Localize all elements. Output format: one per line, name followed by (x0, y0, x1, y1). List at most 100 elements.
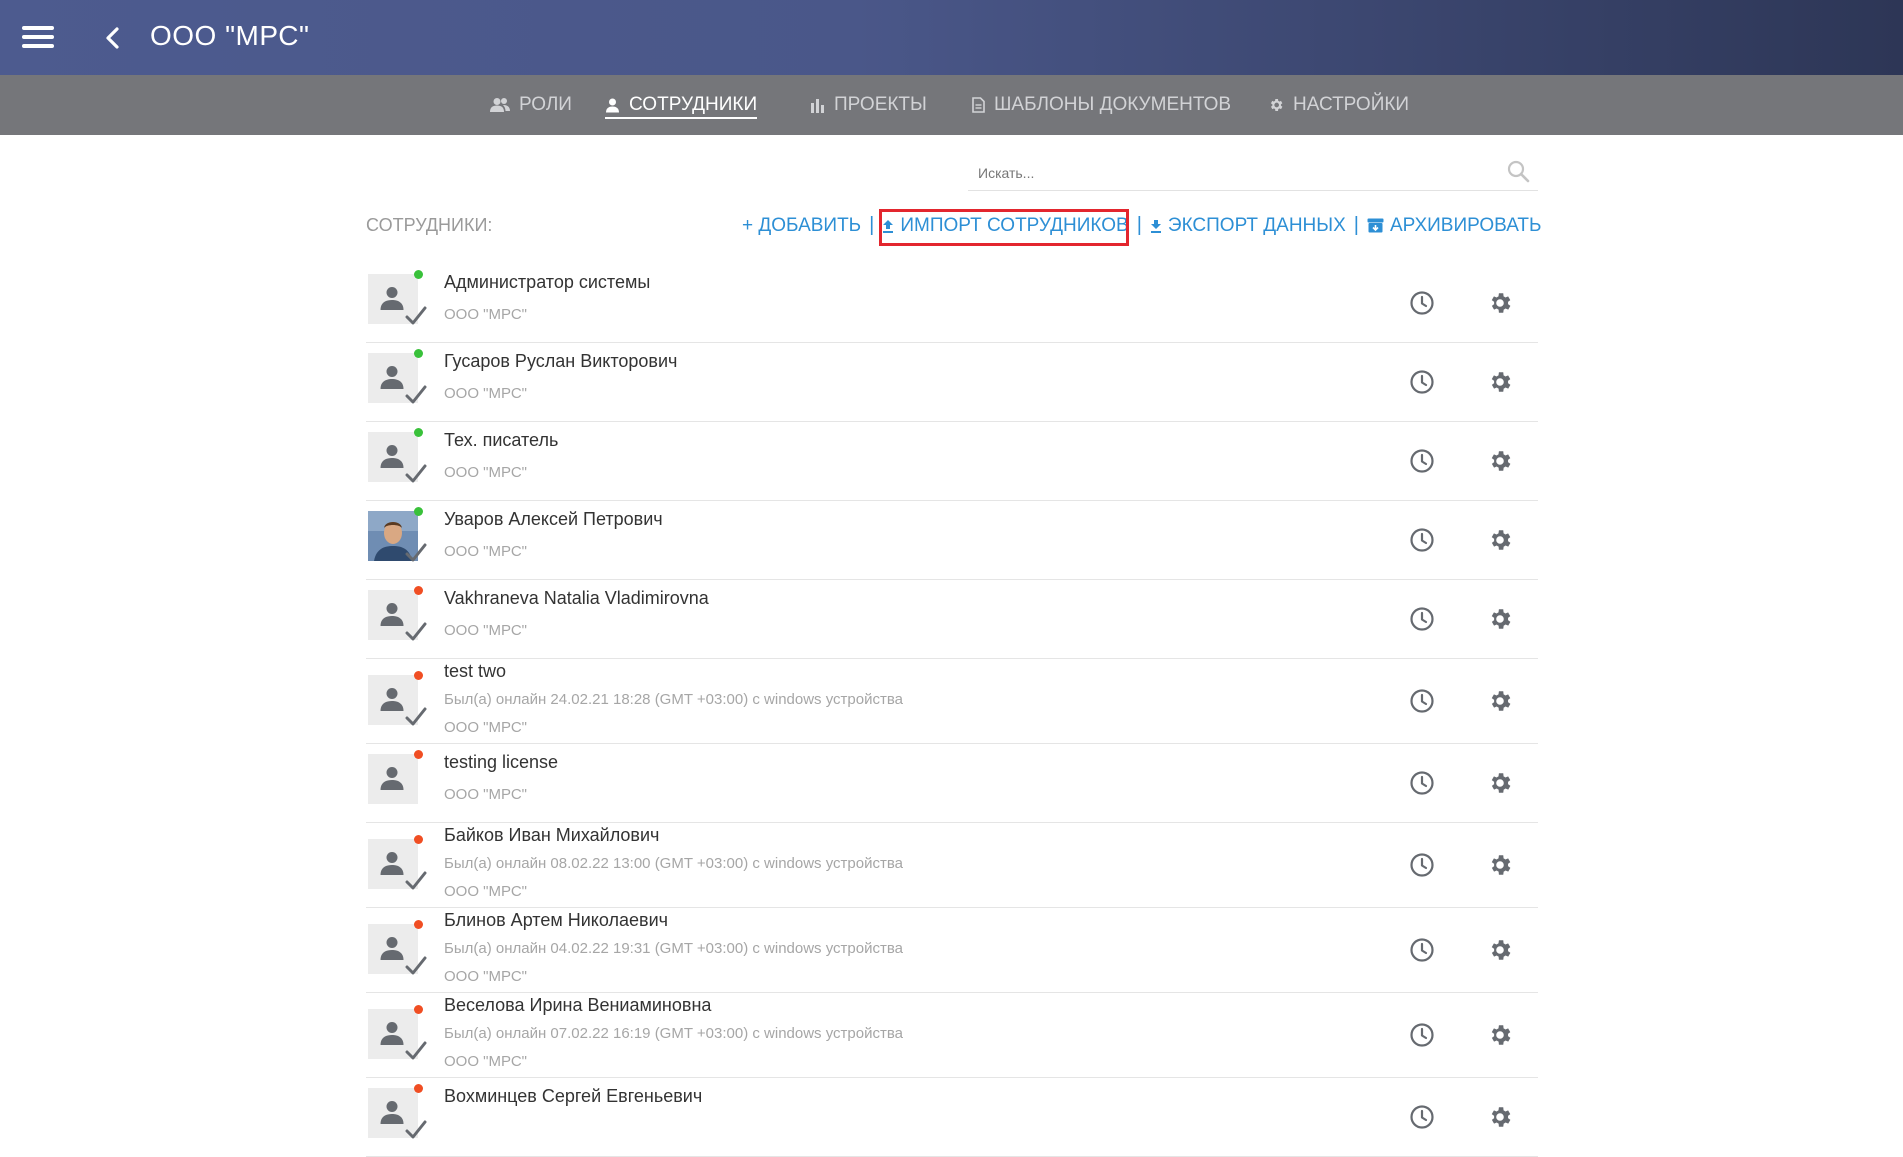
employee-row[interactable]: Vakhraneva Natalia Vladimirovna ООО "МРС" (366, 580, 1538, 659)
settings-gear-icon[interactable] (1487, 852, 1513, 883)
employee-name[interactable]: testing license (444, 752, 558, 773)
document-icon (972, 97, 985, 113)
action-divider: | (869, 214, 875, 236)
page-title: ООО "МРС" (150, 20, 310, 51)
employee-organization: ООО "МРС" (444, 385, 527, 402)
tab-roles[interactable]: РОЛИ (490, 75, 572, 135)
action-divider: | (1136, 214, 1142, 236)
settings-gear-icon[interactable] (1487, 448, 1513, 479)
back-arrow-icon[interactable] (100, 24, 126, 52)
settings-gear-icon[interactable] (1487, 1104, 1513, 1135)
last-seen-text: Был(а) онлайн 08.02.22 13:00 (GMT +03:00… (444, 855, 904, 872)
settings-gear-icon[interactable] (1487, 527, 1513, 558)
verified-check-icon (405, 956, 427, 981)
employee-row[interactable]: test two Был(а) онлайн 24.02.21 18:28 (GM… (366, 659, 1538, 744)
last-seen-text: Был(а) онлайн 24.02.21 18:28 (GMT +03:00… (444, 691, 904, 708)
hamburger-menu-icon[interactable] (22, 26, 54, 48)
archive-icon (1367, 218, 1384, 233)
verified-check-icon (405, 306, 427, 331)
settings-gear-icon[interactable] (1487, 770, 1513, 801)
tab-projects[interactable]: ПРОЕКТЫ (810, 75, 927, 135)
employee-name[interactable]: Веселова Ирина Вениаминовна (444, 995, 711, 1016)
employee-row[interactable]: Блинов Артем Николаевич Был(а) онлайн 04.… (366, 908, 1538, 993)
import-highlight-box (879, 209, 1129, 246)
verified-check-icon (405, 1120, 427, 1145)
employee-list: Администратор системы ООО "МРС" Гусаров Ру… (366, 264, 1538, 1157)
employee-name[interactable]: Гусаров Руслан Викторович (444, 351, 677, 372)
settings-gear-icon[interactable] (1487, 1022, 1513, 1053)
employee-name[interactable]: test two (444, 661, 506, 682)
settings-gear-icon[interactable] (1487, 290, 1513, 321)
history-clock-icon[interactable] (1409, 606, 1435, 637)
employee-row[interactable]: Вохминцев Сергей Евгеньевич (366, 1078, 1538, 1157)
status-offline-indicator (414, 586, 423, 595)
employee-row[interactable]: Уваров Алексей Петрович ООО "МРС" (366, 501, 1538, 580)
verified-check-icon (405, 1041, 427, 1066)
status-offline-indicator (414, 835, 423, 844)
tab-projects-label: ПРОЕКТЫ (834, 94, 927, 115)
download-icon (1150, 219, 1162, 233)
verified-check-icon (405, 464, 427, 489)
history-clock-icon[interactable] (1409, 688, 1435, 719)
tab-roles-label: РОЛИ (519, 94, 572, 115)
history-clock-icon[interactable] (1409, 937, 1435, 968)
history-clock-icon[interactable] (1409, 770, 1435, 801)
status-offline-indicator (414, 1005, 423, 1014)
employee-name[interactable]: Vakhraneva Natalia Vladimirovna (444, 588, 709, 609)
add-employee-button[interactable]: + ДОБАВИТЬ (742, 215, 861, 237)
settings-gear-icon[interactable] (1487, 688, 1513, 719)
tab-document-templates-label: ШАБЛОНЫ ДОКУМЕНТОВ (994, 94, 1232, 115)
employee-name[interactable]: Уваров Алексей Петрович (444, 509, 663, 530)
archive-label: АРХИВИРОВАТЬ (1389, 214, 1542, 236)
employee-row[interactable]: Администратор системы ООО "МРС" (366, 264, 1538, 343)
history-clock-icon[interactable] (1409, 1022, 1435, 1053)
actions-bar: + ДОБАВИТЬ | ИМПОРТ СОТРУДНИКОВ | ЭКСПОР… (742, 214, 1541, 237)
employee-organization: ООО "МРС" (444, 464, 527, 481)
employee-row[interactable]: testing license ООО "МРС" (366, 744, 1538, 823)
search-input[interactable] (976, 161, 1480, 185)
employee-organization: ООО "МРС" (444, 968, 527, 985)
history-clock-icon[interactable] (1409, 1104, 1435, 1135)
employee-row[interactable]: Веселова Ирина Вениаминовна Был(а) онлайн… (366, 993, 1538, 1078)
employee-name[interactable]: Тех. писатель (444, 430, 558, 451)
employee-organization: ООО "МРС" (444, 719, 527, 736)
settings-gear-icon[interactable] (1487, 937, 1513, 968)
status-offline-indicator (414, 750, 423, 759)
avatar[interactable] (368, 754, 418, 804)
verified-check-icon (405, 385, 427, 410)
tab-document-templates[interactable]: ШАБЛОНЫ ДОКУМЕНТОВ (972, 75, 1231, 135)
employee-name[interactable]: Администратор системы (444, 272, 650, 293)
history-clock-icon[interactable] (1409, 527, 1435, 558)
search-icon[interactable] (1506, 159, 1530, 188)
history-clock-icon[interactable] (1409, 369, 1435, 400)
tab-settings-label: НАСТРОЙКИ (1293, 94, 1410, 115)
status-offline-indicator (414, 920, 423, 929)
section-title: СОТРУДНИКИ: (366, 215, 493, 235)
employee-name[interactable]: Вохминцев Сергей Евгеньевич (444, 1086, 702, 1107)
export-data-label: ЭКСПОРТ ДАННЫХ (1167, 214, 1346, 236)
settings-gear-icon[interactable] (1487, 369, 1513, 400)
projects-icon (810, 98, 825, 113)
employee-name[interactable]: Блинов Артем Николаевич (444, 910, 668, 931)
tab-settings[interactable]: НАСТРОЙКИ (1268, 75, 1409, 135)
history-clock-icon[interactable] (1409, 448, 1435, 479)
employee-name[interactable]: Байков Иван Михайлович (444, 825, 659, 846)
status-offline-indicator (414, 1084, 423, 1093)
employee-row[interactable]: Тех. писатель ООО "МРС" (366, 422, 1538, 501)
employee-row[interactable]: Байков Иван Михайлович Был(а) онлайн 08.0… (366, 823, 1538, 908)
verified-check-icon (405, 707, 427, 732)
status-online-indicator (414, 507, 423, 516)
export-data-button[interactable]: ЭКСПОРТ ДАННЫХ (1150, 215, 1346, 237)
history-clock-icon[interactable] (1409, 852, 1435, 883)
verified-check-icon (405, 543, 427, 568)
history-clock-icon[interactable] (1409, 290, 1435, 321)
tab-employees[interactable]: СОТРУДНИКИ (605, 75, 758, 135)
status-online-indicator (414, 349, 423, 358)
last-seen-text: Был(а) онлайн 07.02.22 16:19 (GMT +03:00… (444, 1025, 904, 1042)
employee-organization: ООО "МРС" (444, 543, 527, 560)
status-online-indicator (414, 428, 423, 437)
settings-gear-icon[interactable] (1487, 606, 1513, 637)
archive-button[interactable]: АРХИВИРОВАТЬ (1367, 214, 1542, 237)
employee-row[interactable]: Гусаров Руслан Викторович ООО "МРС" (366, 343, 1538, 422)
roles-icon (490, 97, 510, 113)
